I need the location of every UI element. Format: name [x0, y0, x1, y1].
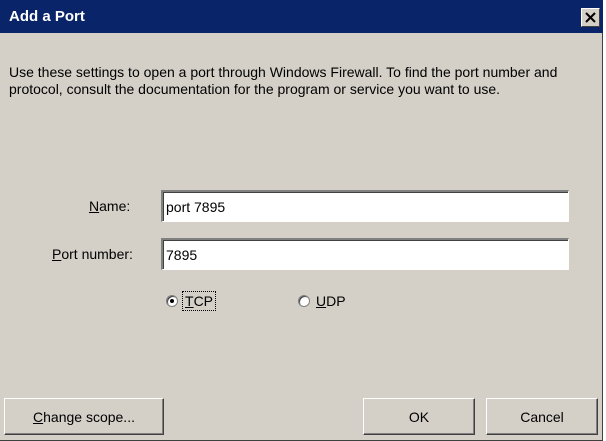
radio-udp-indicator[interactable]	[298, 295, 310, 307]
add-port-dialog: Add a Port Use these settings to open a …	[0, 0, 603, 441]
title-bar[interactable]: Add a Port	[0, 0, 603, 33]
name-label-accel: N	[89, 198, 100, 214]
dialog-title: Add a Port	[9, 8, 85, 25]
change-scope-button[interactable]: Change scope...	[4, 398, 164, 435]
radio-tcp[interactable]: TCP	[166, 291, 217, 311]
description-text: Use these settings to open a port throug…	[9, 64, 558, 97]
radio-tcp-label: TCP	[181, 291, 217, 311]
port-label-accel: P	[52, 246, 62, 262]
cancel-button[interactable]: Cancel	[486, 398, 598, 435]
port-label-rest: ort number:	[61, 246, 133, 262]
name-input[interactable]	[161, 190, 569, 222]
radio-tcp-indicator[interactable]	[166, 295, 178, 307]
ok-button[interactable]: OK	[363, 398, 475, 435]
port-number-label: Port number:	[52, 246, 133, 262]
close-icon	[585, 12, 596, 23]
radio-udp-label: UDP	[316, 293, 346, 309]
close-button[interactable]	[581, 8, 600, 27]
name-label: Name:	[89, 198, 130, 214]
port-number-input[interactable]	[161, 238, 569, 270]
radio-udp[interactable]: UDP	[298, 293, 346, 309]
name-label-rest: ame:	[99, 198, 131, 214]
